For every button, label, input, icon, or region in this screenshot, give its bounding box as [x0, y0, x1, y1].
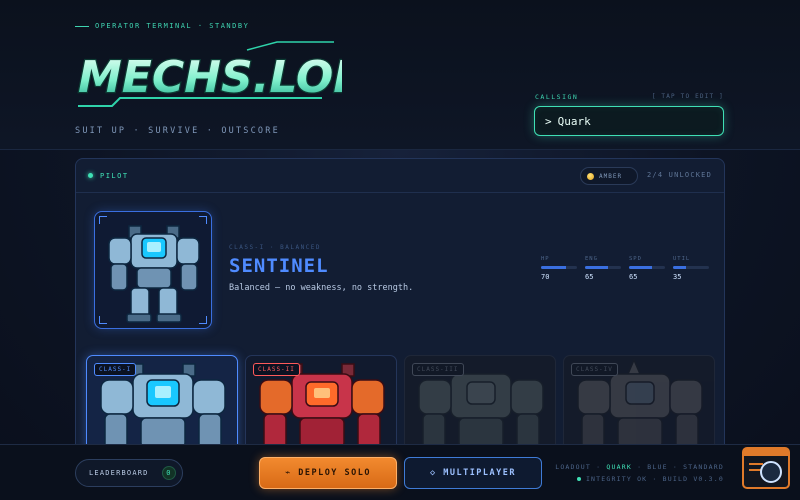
stat-label: SPD	[629, 256, 642, 262]
status-dot-icon	[88, 173, 93, 178]
callsign-value: Quark	[557, 114, 591, 128]
featured-mech-name: SENTINEL	[229, 255, 329, 277]
unlocked-count: 2/4 UNLOCKED	[647, 171, 712, 179]
loadout-rest: · BLUE · STANDARD	[637, 463, 724, 471]
card-class-tag: CLASS-II	[253, 363, 300, 376]
leaderboard-button[interactable]: LEADERBOARD 0	[75, 459, 183, 487]
deploy-solo-button[interactable]: ⌁ DEPLOY SOLO	[259, 457, 397, 489]
stat-fill	[673, 266, 686, 269]
mech-card-class-iii[interactable]: CLASS-III	[404, 355, 556, 457]
stat-bar	[585, 266, 621, 269]
stat-fill	[585, 266, 609, 269]
stat-label: UTIL	[673, 256, 691, 262]
featured-mech-portrait	[94, 211, 212, 329]
mech-card-class-ii[interactable]: CLASS-II	[245, 355, 397, 457]
header: OPERATOR TERMINAL · STANDBY MECHS.LOL SU…	[0, 0, 800, 150]
callsign-input[interactable]: > Quark	[534, 106, 724, 136]
featured-mech-description: Balanced — no weakness, no strength.	[229, 283, 414, 293]
stat-eng: ENG 65	[585, 256, 621, 281]
mech-card-row: CLASS-I CLASS-II CLASS-III CLASS-IV	[86, 355, 716, 457]
status-dot-icon	[576, 477, 581, 481]
stat-bar	[673, 266, 709, 269]
mech-card-class-iv[interactable]: CLASS-IV	[563, 355, 715, 457]
frame-corner	[99, 216, 107, 224]
footer-bar: LEADERBOARD 0 ⌁ DEPLOY SOLO ◇ MULTIPLAYE…	[0, 444, 800, 500]
stat-util: UTIL 35	[673, 256, 709, 281]
stat-value: 65	[585, 273, 594, 281]
status-line-dash	[75, 25, 89, 27]
callsign-prompt: >	[545, 114, 552, 128]
amber-coin-icon	[587, 172, 594, 180]
sentinel-mech-image	[108, 225, 200, 323]
stat-bar	[629, 266, 665, 269]
status-line-text: OPERATOR TERMINAL · STANDBY	[95, 22, 250, 30]
stat-hp: HP 70	[541, 256, 577, 281]
stat-fill	[629, 266, 653, 269]
logo-text: MECHS.LOL	[78, 52, 342, 103]
multiplayer-button[interactable]: ◇ MULTIPLAYER	[404, 457, 542, 489]
stat-bar	[541, 266, 577, 269]
stat-fill	[541, 266, 567, 269]
amber-currency-chip[interactable]: AMBER	[580, 167, 638, 185]
mech-stats: HP 70 ENG 65 SPD 65 UTIL 35	[541, 256, 709, 281]
card-class-tag: CLASS-IV	[571, 363, 618, 376]
callsign-edit-hint[interactable]: [ TAP TO EDIT ]	[652, 93, 724, 100]
stat-value: 35	[673, 273, 682, 281]
card-class-tag: CLASS-I	[94, 363, 137, 376]
stat-label: ENG	[585, 256, 598, 262]
amber-label: AMBER	[599, 172, 623, 180]
pilot-panel-header: PILOT AMBER 2/4 UNLOCKED	[76, 159, 724, 193]
console-search-icon[interactable]	[742, 447, 790, 489]
mech-card-class-i[interactable]: CLASS-I	[86, 355, 238, 457]
card-class-tag: CLASS-III	[412, 363, 464, 376]
frame-corner	[99, 316, 107, 324]
loadout-summary: LOADOUT · QUARK · BLUE · STANDARD	[555, 463, 724, 471]
stat-value: 70	[541, 273, 550, 281]
tagline: SUIT UP · SURVIVE · OUTSCORE	[75, 126, 280, 136]
logo-accent-line	[246, 41, 334, 51]
loadout-prefix: LOADOUT ·	[555, 463, 602, 471]
pilot-panel: PILOT AMBER 2/4 UNLOCKED CLASS-I · BALAN…	[75, 158, 725, 458]
callsign-label: CALLSIGN	[535, 93, 579, 101]
stat-label: HP	[541, 256, 550, 262]
integrity-text: INTEGRITY OK · BUILD V0.3.0	[585, 475, 724, 483]
logo: MECHS.LOL	[77, 41, 342, 107]
leaderboard-count-badge: 0	[162, 466, 176, 480]
stat-value: 65	[629, 273, 638, 281]
leaderboard-label: LEADERBOARD	[89, 469, 149, 477]
console-title-bar	[744, 449, 788, 456]
frame-corner	[199, 216, 207, 224]
status-line: OPERATOR TERMINAL · STANDBY	[75, 22, 249, 30]
frame-corner	[199, 316, 207, 324]
loadout-pilot: QUARK	[606, 463, 632, 471]
pilot-label: PILOT	[100, 171, 129, 180]
magnifier-lens	[760, 461, 782, 483]
build-status: INTEGRITY OK · BUILD V0.3.0	[576, 475, 724, 483]
stat-spd: SPD 65	[629, 256, 665, 281]
featured-class-line: CLASS-I · BALANCED	[229, 244, 322, 251]
